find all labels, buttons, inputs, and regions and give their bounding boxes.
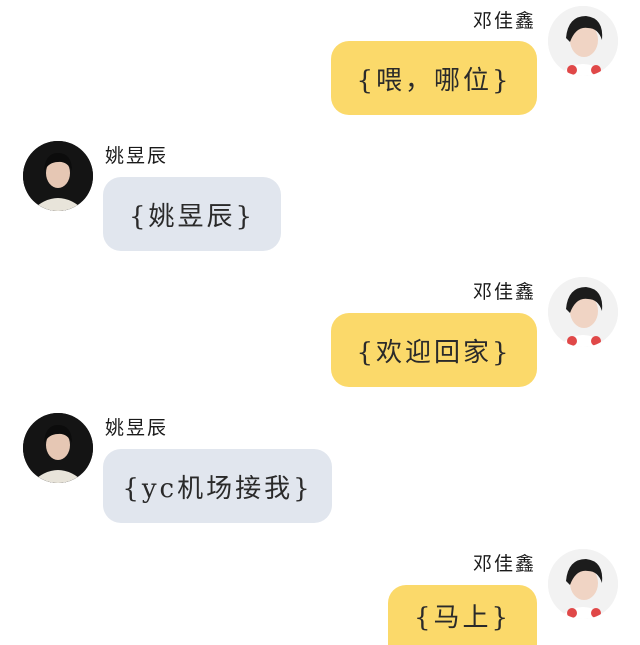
avatar-portrait-icon — [548, 549, 618, 619]
sender-name: 邓佳鑫 — [472, 553, 536, 575]
sender-name: 邓佳鑫 — [472, 10, 536, 32]
sender-name: 姚昱辰 — [105, 145, 169, 167]
message-bubble: {姚昱辰} — [103, 177, 281, 251]
sender-name: 姚昱辰 — [105, 417, 169, 439]
avatar-portrait-icon — [548, 6, 618, 76]
avatar-portrait-icon — [23, 141, 93, 211]
avatar[interactable] — [23, 141, 93, 211]
avatar-portrait-icon — [23, 413, 93, 483]
avatar[interactable] — [548, 277, 618, 347]
avatar[interactable] — [23, 413, 93, 483]
message-bubble: {喂，哪位} — [331, 41, 537, 115]
sender-name: 邓佳鑫 — [472, 281, 536, 303]
message-bubble: {马上} — [388, 585, 537, 645]
message-bubble: {欢迎回家} — [331, 313, 537, 387]
avatar-portrait-icon — [548, 277, 618, 347]
message-bubble: {yc机场接我} — [103, 449, 332, 523]
avatar[interactable] — [548, 6, 618, 76]
avatar[interactable] — [548, 549, 618, 619]
